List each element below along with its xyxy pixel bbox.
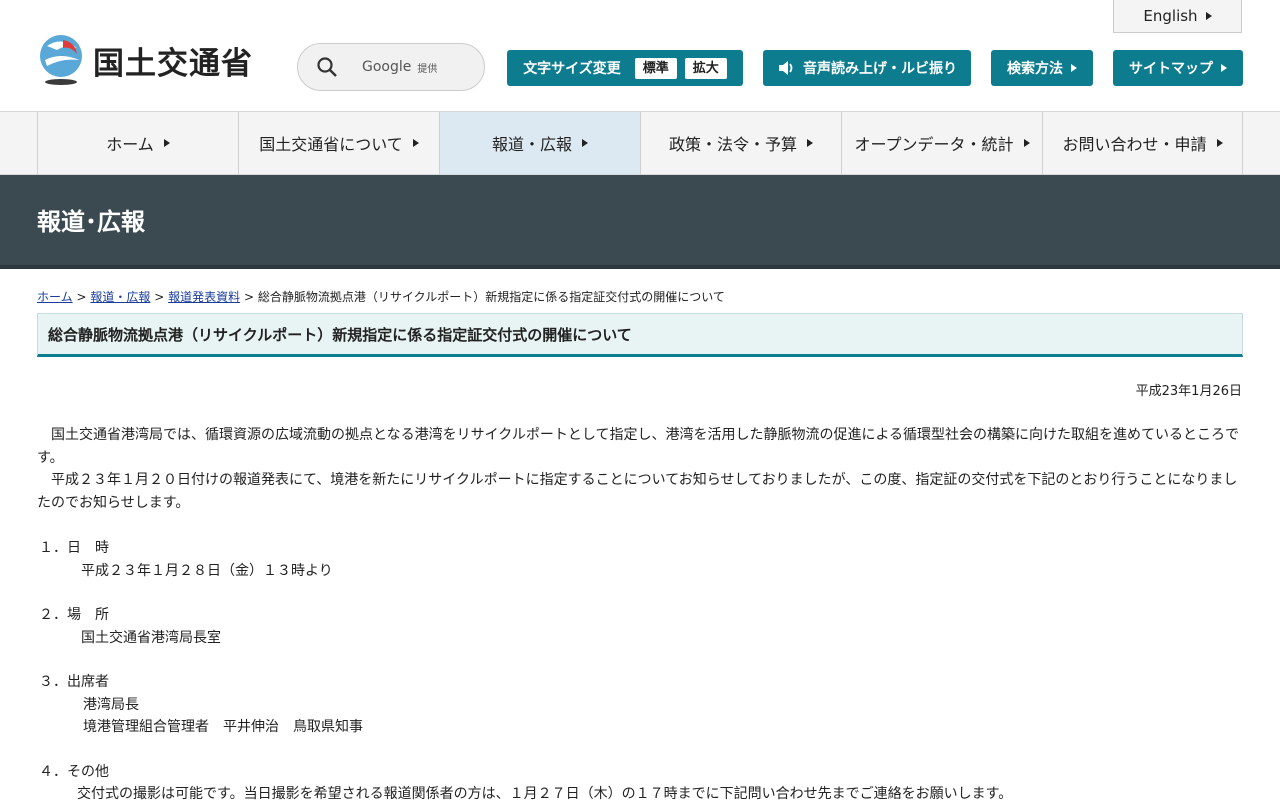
arrow-right-icon — [163, 139, 170, 147]
section-other: ４．その他 交付式の撮影は可能です。当日撮影を希望される報道関係者の方は、１月２… — [37, 761, 1243, 806]
article-body: 国土交通省港湾局では、循環資源の広域流動の拠点となる港湾をリサイクルポートとして… — [0, 424, 1280, 806]
gnav-about[interactable]: 国土交通省について — [238, 112, 439, 174]
voice-ruby-button[interactable]: 音声読み上げ・ルビ振り — [763, 50, 971, 86]
breadcrumb-press[interactable]: 報道・広報 — [90, 290, 150, 304]
breadcrumb-sep: > — [154, 290, 165, 304]
section-text: 港湾局長 — [83, 696, 139, 713]
gnav-opendata-label: オープンデータ・統計 — [854, 135, 1014, 154]
global-nav: ホーム 国土交通省について 報道・広報 政策・法令・予算 オープンデータ・統計 … — [0, 112, 1280, 175]
gnav-press-label: 報道・広報 — [491, 135, 572, 154]
arrow-right-icon — [807, 139, 813, 147]
section-title: ３．出席者 — [39, 674, 109, 690]
font-size-label: 文字サイズ変更 — [523, 61, 621, 77]
sitemap-label: サイトマップ — [1129, 61, 1213, 77]
arrow-right-icon — [1023, 139, 1030, 147]
section-datetime: １．日 時 平成２３年１月２８日（金）１３時より — [37, 537, 1243, 582]
english-label: English — [1143, 7, 1198, 25]
arrow-right-icon — [1221, 64, 1227, 72]
gnav-contact-label: お問い合わせ・申請 — [1062, 135, 1207, 154]
arrow-right-icon — [1205, 12, 1212, 20]
section-title: ２．場 所 — [39, 607, 109, 623]
breadcrumb-current: 総合静脈物流拠点港（リサイクルポート）新規指定に係る指定証交付式の開催について — [257, 290, 725, 304]
breadcrumb-sep: > — [76, 290, 87, 304]
arrow-right-icon — [1216, 139, 1223, 147]
section-attendees: ３．出席者 港湾局長 境港管理組合管理者 平井伸治 鳥取県知事 — [37, 671, 1243, 739]
arrow-right-icon — [582, 139, 588, 147]
sitemap-button[interactable]: サイトマップ — [1113, 50, 1243, 86]
paragraph-notice: 平成２３年１月２０日付けの報道発表にて、境港を新たにリサイクルポートに指定するこ… — [37, 472, 1238, 511]
section-text: 平成２３年１月２８日（金）１３時より — [81, 562, 333, 579]
breadcrumb-releases[interactable]: 報道発表資料 — [168, 290, 240, 304]
page-title: 総合静脈物流拠点港（リサイクルポート）新規指定に係る指定証交付式の開催について — [37, 313, 1243, 357]
section-text: 交付式の撮影は可能です。当日撮影を希望される報道関係者の方は、１月２７日（木）の… — [77, 786, 1013, 802]
gnav-policy[interactable]: 政策・法令・予算 — [640, 112, 841, 174]
search-google-label: Google — [362, 59, 412, 75]
search-method-label: 検索方法 — [1007, 61, 1063, 77]
section-title: １．日 時 — [39, 540, 109, 556]
gnav-opendata[interactable]: オープンデータ・統計 — [841, 112, 1042, 174]
section-place: ２．場 所 国土交通省港湾局長室 — [37, 604, 1243, 649]
font-size-control: 文字サイズ変更 標準 拡大 — [507, 50, 743, 86]
breadcrumb-home[interactable]: ホーム — [37, 290, 73, 304]
gnav-press[interactable]: 報道・広報 — [439, 112, 640, 174]
voice-label: 音声読み上げ・ルビ振り — [803, 61, 957, 77]
breadcrumb-sep: > — [243, 290, 254, 304]
site-header: 国土交通省 Google 提供 English 文字サイズ変更 標準 拡大 音声… — [0, 0, 1280, 112]
site-logo[interactable]: 国土交通省 — [37, 34, 253, 86]
gnav-policy-label: 政策・法令・予算 — [668, 135, 797, 154]
gnav-about-label: 国土交通省について — [259, 135, 403, 154]
font-large-button[interactable]: 拡大 — [684, 57, 727, 79]
gnav-home[interactable]: ホーム — [37, 112, 238, 174]
section-text: 国土交通省港湾局長室 — [81, 629, 221, 646]
search-icon[interactable] — [316, 56, 338, 78]
speaker-icon — [779, 61, 793, 75]
paragraph-intro: 国土交通省港湾局では、循環資源の広域流動の拠点となる港湾をリサイクルポートとして… — [37, 427, 1240, 466]
gnav-home-label: ホーム — [106, 135, 154, 154]
breadcrumb: ホーム > 報道・広報 > 報道発表資料 > 総合静脈物流拠点港（リサイクルポー… — [0, 276, 1280, 304]
mlit-logo-icon — [37, 34, 85, 86]
site-search[interactable]: Google 提供 — [297, 43, 485, 91]
section-title: ４．その他 — [39, 763, 109, 780]
section-text: 境港管理組合管理者 平井伸治 鳥取県知事 — [83, 719, 363, 735]
arrow-right-icon — [412, 139, 419, 147]
publish-date: 平成23年1月26日 — [1135, 384, 1242, 399]
section-hero-title: 報道･広報 — [0, 175, 1280, 269]
search-provided-label: 提供 — [417, 63, 438, 75]
search-method-button[interactable]: 検索方法 — [991, 50, 1093, 86]
font-standard-button[interactable]: 標準 — [634, 57, 677, 79]
english-link[interactable]: English — [1113, 0, 1242, 33]
gnav-contact[interactable]: お問い合わせ・申請 — [1042, 112, 1243, 174]
arrow-right-icon — [1071, 64, 1077, 72]
logo-text: 国土交通省 — [93, 45, 253, 82]
